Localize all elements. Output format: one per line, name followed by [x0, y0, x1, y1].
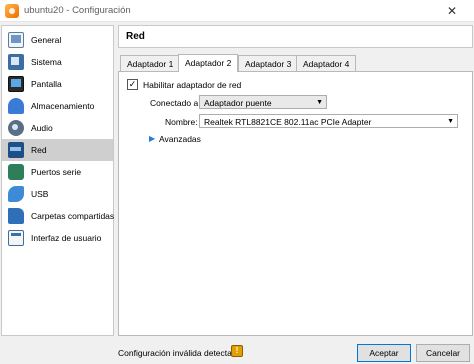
usb-icon	[8, 186, 24, 202]
sidebar-item-label: Interfaz de usuario	[31, 233, 102, 243]
audio-icon	[8, 120, 24, 136]
warning-icon[interactable]: !	[231, 345, 243, 357]
adapter-tab-bar: Adaptador 1 Adaptador 2 Adaptador 3 Adap…	[118, 54, 473, 72]
advanced-label: Avanzadas	[159, 134, 201, 144]
sidebar-item-usb[interactable]: USB	[2, 183, 113, 205]
adapter-tab-panel: ✓ Habilitar adaptador de red Conectado a…	[118, 71, 473, 336]
display-icon	[8, 76, 24, 92]
section-header: Red	[118, 25, 473, 48]
attached-to-select[interactable]: Adaptador puente ▼	[199, 95, 327, 109]
chevron-down-icon: ▼	[316, 99, 323, 106]
sidebar-item-puertos-serie[interactable]: Puertos serie	[2, 161, 113, 183]
invalid-config-status: Configuración inválida detectada	[118, 348, 242, 358]
sidebar-item-label: Carpetas compartidas	[31, 211, 115, 221]
sidebar-item-almacenamiento[interactable]: Almacenamiento	[2, 95, 113, 117]
cancel-button[interactable]: Cancelar	[416, 344, 470, 362]
settings-sidebar: General Sistema Pantalla Almacenamiento …	[1, 25, 114, 336]
storage-icon	[8, 98, 24, 114]
name-label: Nombre:	[165, 117, 198, 127]
attached-to-value: Adaptador puente	[204, 98, 272, 108]
sidebar-item-label: Audio	[31, 123, 53, 133]
adapter-name-value: Realtek RTL8821CE 802.11ac PCIe Adapter	[204, 117, 372, 127]
close-button[interactable]: ✕	[434, 0, 470, 22]
tab-adaptador-4[interactable]: Adaptador 4	[296, 55, 357, 71]
settings-content: Red Adaptador 1 Adaptador 2 Adaptador 3 …	[118, 25, 473, 336]
system-icon	[8, 54, 24, 70]
sidebar-item-label: Sistema	[31, 57, 62, 67]
sidebar-item-label: Pantalla	[31, 79, 62, 89]
dialog-footer: Configuración inválida detectada ! Acept…	[0, 336, 474, 364]
sidebar-item-label: Red	[31, 145, 47, 155]
sidebar-item-carpetas-compartidas[interactable]: Carpetas compartidas	[2, 205, 115, 227]
tab-adaptador-1[interactable]: Adaptador 1	[120, 55, 181, 71]
network-icon	[8, 142, 24, 158]
enable-adapter-checkbox[interactable]: ✓	[127, 79, 138, 90]
sidebar-item-interfaz-de-usuario[interactable]: Interfaz de usuario	[2, 227, 113, 249]
window-title: ubuntu20 - Configuración	[24, 5, 131, 16]
adapter-name-select[interactable]: Realtek RTL8821CE 802.11ac PCIe Adapter …	[199, 114, 458, 128]
title-bar: ubuntu20 - Configuración ✕	[0, 0, 474, 22]
general-icon	[8, 32, 24, 48]
shared-folders-icon	[8, 208, 24, 224]
expand-arrow-icon: ▶	[149, 134, 156, 143]
sidebar-item-label: Puertos serie	[31, 167, 82, 177]
user-interface-icon	[8, 230, 24, 246]
serial-ports-icon	[8, 164, 24, 180]
sidebar-item-label: General	[31, 35, 62, 45]
attached-to-label: Conectado a:	[150, 98, 201, 108]
sidebar-item-sistema[interactable]: Sistema	[2, 51, 113, 73]
virtualbox-app-icon	[5, 4, 19, 18]
ok-button[interactable]: Aceptar	[357, 344, 411, 362]
enable-adapter-label: Habilitar adaptador de red	[143, 80, 242, 90]
sidebar-item-audio[interactable]: Audio	[2, 117, 113, 139]
tab-adaptador-2[interactable]: Adaptador 2	[178, 54, 239, 72]
sidebar-item-label: Almacenamiento	[31, 101, 95, 111]
sidebar-item-label: USB	[31, 189, 49, 199]
chevron-down-icon: ▼	[447, 118, 454, 125]
sidebar-item-pantalla[interactable]: Pantalla	[2, 73, 113, 95]
sidebar-item-general[interactable]: General	[2, 29, 113, 51]
page-title: Red	[126, 31, 145, 42]
tab-adaptador-3[interactable]: Adaptador 3	[238, 55, 299, 71]
sidebar-item-red[interactable]: Red	[2, 139, 113, 161]
